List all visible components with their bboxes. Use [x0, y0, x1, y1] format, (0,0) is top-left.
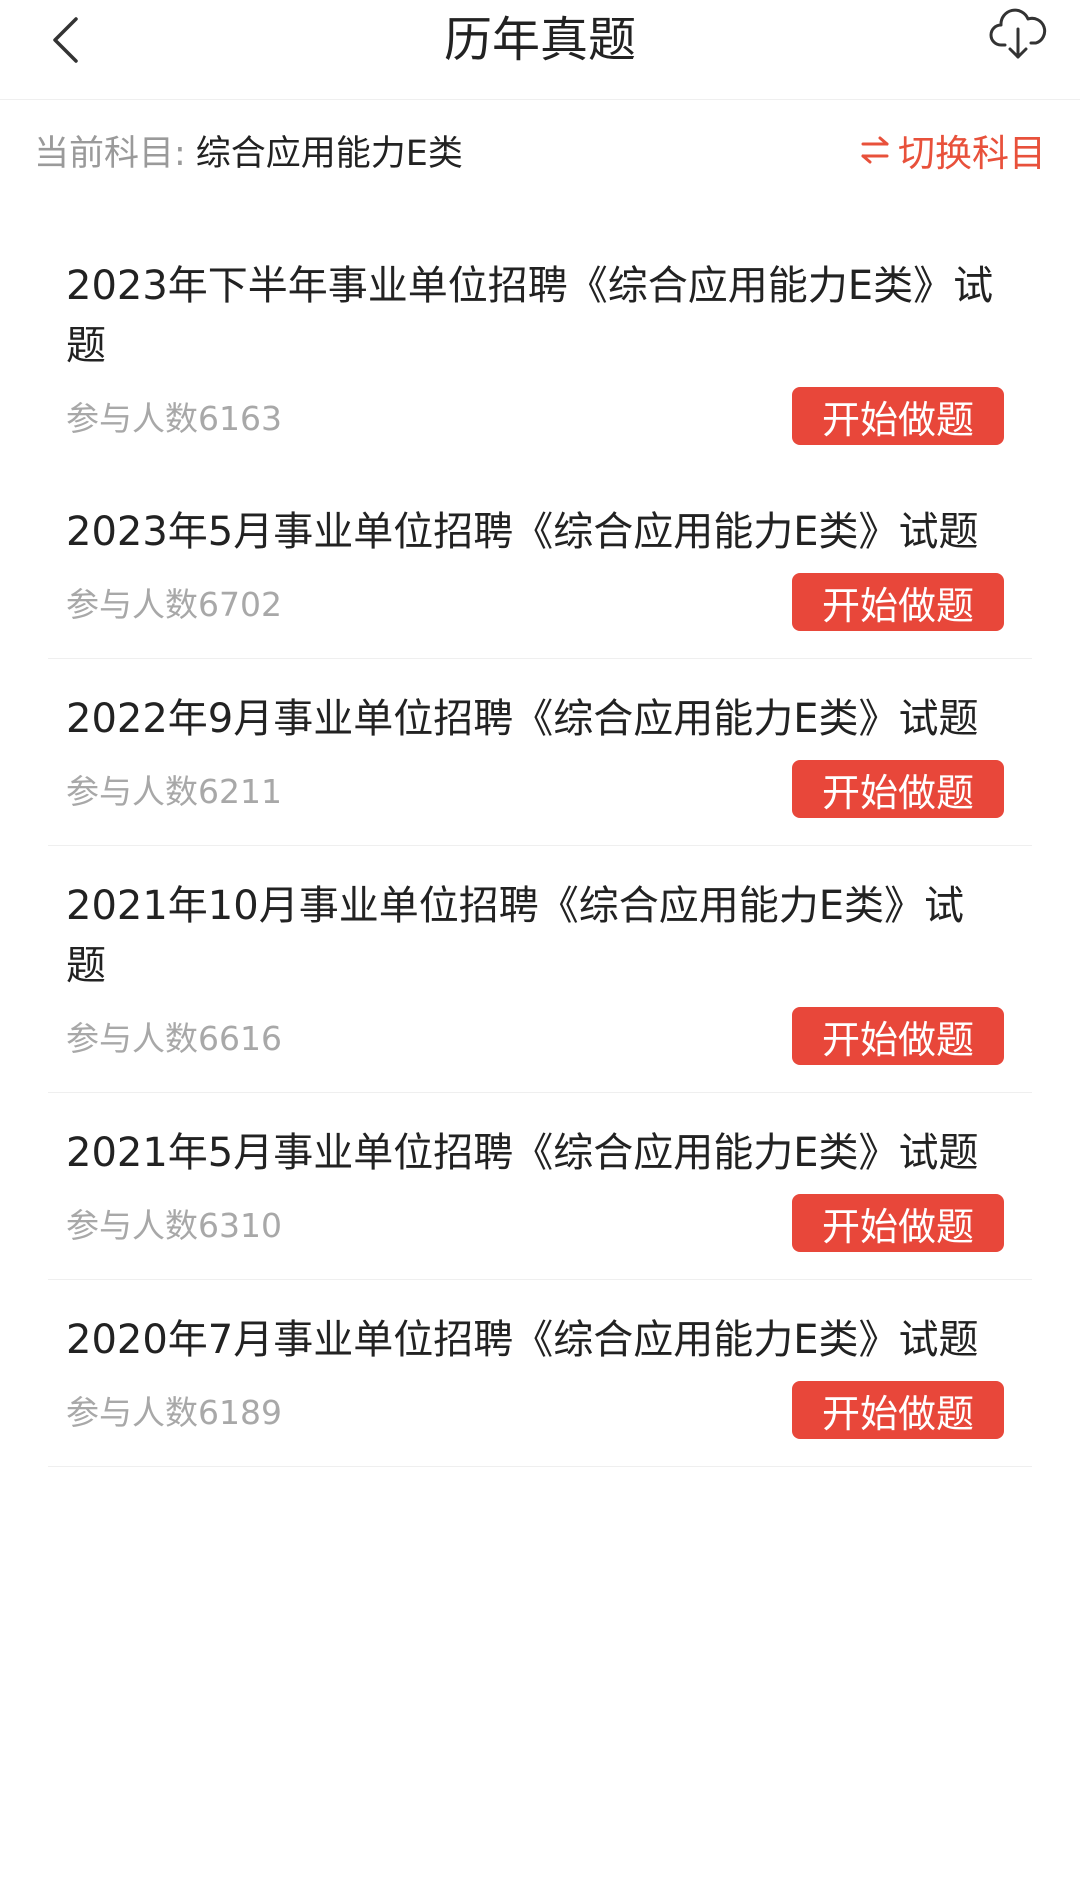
- cloud-download-icon: [989, 8, 1047, 59]
- switch-subject-button[interactable]: 切换科目: [860, 123, 1046, 177]
- switch-subject-label: 切换科目: [898, 132, 1046, 175]
- current-subject-bar: 当前科目: 综合应用能力E类 切换科目: [0, 100, 1080, 200]
- swap-arrows-icon: [861, 136, 889, 164]
- download-button[interactable]: [986, 2, 1050, 66]
- exam-title: 2022年9月事业单位招聘《综合应用能力E类》试题: [66, 696, 979, 742]
- participant-count: 参与人数6211: [66, 772, 282, 811]
- top-nav-bar: 历年真题: [0, 0, 1080, 100]
- current-subject-label: 当前科目:: [34, 133, 186, 174]
- start-exam-button[interactable]: 开始做题: [792, 760, 1004, 818]
- start-exam-button[interactable]: 开始做题: [792, 573, 1004, 631]
- exam-title: 2020年7月事业单位招聘《综合应用能力E类》试题: [66, 1317, 979, 1363]
- exam-list: 2023年下半年事业单位招聘《综合应用能力E类》试题 参与人数6163 开始做题…: [0, 226, 1080, 1467]
- participant-count: 参与人数6310: [66, 1206, 282, 1245]
- exam-title: 2021年10月事业单位招聘《综合应用能力E类》试题: [66, 883, 964, 989]
- exam-item: 2022年9月事业单位招聘《综合应用能力E类》试题 参与人数6211 开始做题: [48, 659, 1032, 846]
- exam-title: 2023年5月事业单位招聘《综合应用能力E类》试题: [66, 509, 979, 555]
- start-exam-button[interactable]: 开始做题: [792, 1194, 1004, 1252]
- start-exam-button[interactable]: 开始做题: [792, 1007, 1004, 1065]
- current-subject-value: 综合应用能力E类: [195, 133, 463, 174]
- exam-item: 2023年5月事业单位招聘《综合应用能力E类》试题 参与人数6702 开始做题: [48, 472, 1032, 659]
- participant-count: 参与人数6616: [66, 1019, 282, 1058]
- exam-title: 2021年5月事业单位招聘《综合应用能力E类》试题: [66, 1130, 979, 1176]
- start-exam-button[interactable]: 开始做题: [792, 1381, 1004, 1439]
- exam-item: 2021年5月事业单位招聘《综合应用能力E类》试题 参与人数6310 开始做题: [48, 1093, 1032, 1280]
- exam-item: 2021年10月事业单位招聘《综合应用能力E类》试题 参与人数6616 开始做题: [48, 846, 1032, 1093]
- exam-item: 2020年7月事业单位招聘《综合应用能力E类》试题 参与人数6189 开始做题: [48, 1280, 1032, 1467]
- page-title: 历年真题: [443, 12, 636, 68]
- participant-count: 参与人数6702: [66, 585, 282, 624]
- exam-item: 2023年下半年事业单位招聘《综合应用能力E类》试题 参与人数6163 开始做题: [48, 226, 1032, 472]
- exam-title: 2023年下半年事业单位招聘《综合应用能力E类》试题: [66, 263, 994, 369]
- participant-count: 参与人数6189: [66, 1393, 282, 1432]
- start-exam-button[interactable]: 开始做题: [792, 387, 1004, 445]
- participant-count: 参与人数6163: [66, 399, 282, 438]
